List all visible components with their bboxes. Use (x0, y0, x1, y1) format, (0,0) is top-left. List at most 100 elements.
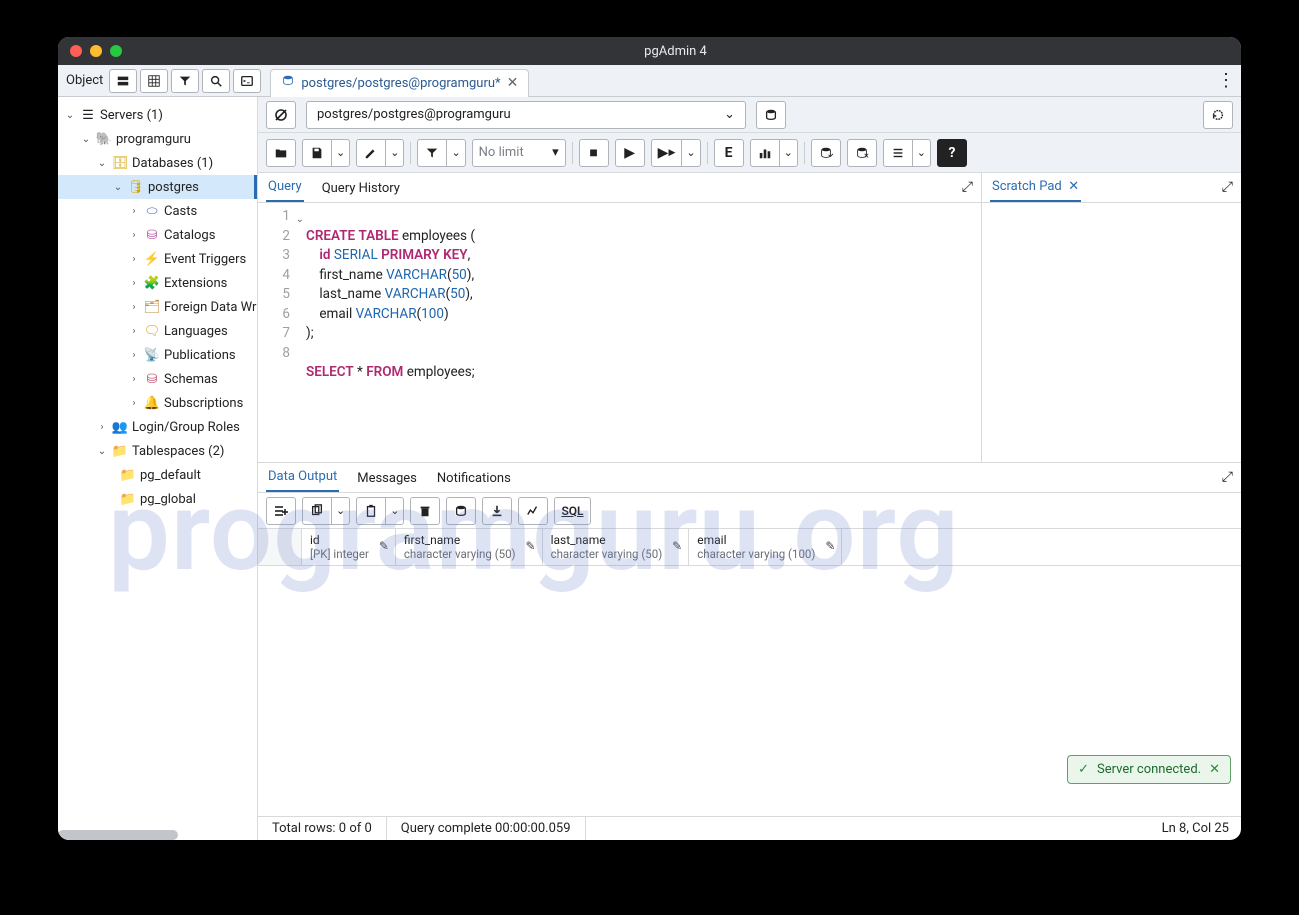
extensions-icon: 🧩 (144, 275, 160, 291)
tree-fdw[interactable]: ›🗂Foreign Data Wr (58, 295, 257, 319)
catalogs-icon: ⛁ (144, 227, 160, 243)
tree-event-triggers[interactable]: ›⚡Event Triggers (58, 247, 257, 271)
close-scratch-icon[interactable]: ✕ (1068, 179, 1079, 194)
tree-login-roles[interactable]: ›👥Login/Group Roles (58, 415, 257, 439)
tree-publications[interactable]: ›📡Publications (58, 343, 257, 367)
close-window-icon[interactable] (70, 45, 82, 57)
tree-psql-icon[interactable] (233, 69, 261, 93)
sql-editor[interactable]: 12345678 ⌄ CREATE TABLE employees ( id S… (258, 203, 981, 462)
tab-query[interactable]: Query (266, 173, 304, 202)
sql-view-button[interactable]: SQL (554, 497, 590, 525)
save-dropdown[interactable]: ⌄ (331, 139, 350, 167)
filter-button[interactable] (417, 139, 447, 167)
open-file-button[interactable] (266, 139, 296, 167)
edit-icon[interactable]: ✎ (526, 539, 536, 553)
tab-data-output[interactable]: Data Output (266, 463, 339, 492)
tree-languages[interactable]: ›🗨Languages (58, 319, 257, 343)
expand-scratch-icon[interactable]: ⤢ (1222, 179, 1233, 195)
close-toast-icon[interactable]: ✕ (1209, 762, 1220, 777)
add-row-button[interactable] (266, 497, 296, 525)
execute-dropdown[interactable]: ⌄ (681, 139, 700, 167)
close-tab-icon[interactable]: ✕ (507, 75, 519, 91)
query-toolbar: ⌄ ⌄ ⌄ No limit▾ ■ ▶ ▶▶ ⌄ (258, 133, 1241, 173)
tree-db-postgres[interactable]: ⌄🛢postgres (58, 175, 257, 199)
explain-analyze-button[interactable] (750, 139, 780, 167)
col-last-name[interactable]: last_namecharacter varying (50)✎ (543, 529, 690, 565)
tree-table-icon[interactable] (140, 69, 168, 93)
delete-row-button[interactable] (410, 497, 440, 525)
commit-button[interactable] (811, 139, 841, 167)
tab-query-history[interactable]: Query History (320, 175, 402, 202)
macros-dropdown[interactable]: ⌄ (912, 139, 931, 167)
chevron-down-icon: ▾ (552, 145, 559, 160)
expand-editor-icon[interactable]: ⤢ (962, 179, 973, 195)
graph-visualizer-button[interactable] (518, 497, 548, 525)
role-button[interactable] (756, 101, 786, 129)
tree-server[interactable]: ⌄🐘programguru (58, 127, 257, 151)
tree-schemas[interactable]: ›⛁Schemas (58, 367, 257, 391)
gutter: 12345678 ⌄ (258, 203, 296, 462)
sidebar-scrollbar[interactable] (58, 830, 178, 840)
download-button[interactable] (482, 497, 512, 525)
limit-select[interactable]: No limit▾ (472, 139, 566, 167)
col-email[interactable]: emailcharacter varying (100)✎ (689, 529, 842, 565)
sql-source[interactable]: CREATE TABLE employees ( id SERIAL PRIMA… (296, 203, 475, 462)
tree-catalogs[interactable]: ›⛁Catalogs (58, 223, 257, 247)
tree-tablespaces[interactable]: ⌄📁Tablespaces (2) (58, 439, 257, 463)
tree-search-icon[interactable] (202, 69, 230, 93)
minimize-window-icon[interactable] (90, 45, 102, 57)
scratch-pad-area[interactable] (982, 203, 1241, 462)
explain-button[interactable]: E (714, 139, 744, 167)
tree-server-icon[interactable] (109, 69, 137, 93)
traffic-lights (70, 45, 122, 57)
edit-icon[interactable]: ✎ (379, 539, 389, 553)
execute-script-button[interactable]: ▶▶ (651, 139, 683, 167)
edit-icon[interactable]: ✎ (825, 539, 835, 553)
macros-button[interactable] (883, 139, 913, 167)
tree-databases[interactable]: ⌄🗄Databases (1) (58, 151, 257, 175)
paste-button[interactable] (356, 497, 386, 525)
tab-scratch-pad[interactable]: Scratch Pad ✕ (990, 173, 1081, 202)
rollback-button[interactable] (847, 139, 877, 167)
filter-dropdown[interactable]: ⌄ (446, 139, 465, 167)
tab-messages[interactable]: Messages (355, 465, 419, 492)
connection-select[interactable]: postgres/postgres@programguru⌄ (306, 101, 746, 129)
help-button[interactable]: ? (937, 139, 967, 167)
connection-row: postgres/postgres@programguru⌄ (258, 97, 1241, 133)
tree-filter-icon[interactable] (171, 69, 199, 93)
expand-output-icon[interactable]: ⤢ (1222, 469, 1233, 485)
zoom-window-icon[interactable] (110, 45, 122, 57)
tree-subscriptions[interactable]: ›🔔Subscriptions (58, 391, 257, 415)
tree-ts-pgdefault[interactable]: 📁pg_default (58, 463, 257, 487)
reset-layout-button[interactable] (1203, 101, 1233, 129)
file-tab-label: postgres/postgres@programguru* (301, 76, 500, 91)
file-tab[interactable]: postgres/postgres@programguru* ✕ (270, 69, 529, 97)
stop-button[interactable]: ■ (579, 139, 609, 167)
tab-notifications[interactable]: Notifications (435, 465, 513, 492)
col-id[interactable]: id[PK] integer✎ (302, 529, 396, 565)
edit-dropdown[interactable]: ⌄ (385, 139, 404, 167)
tree-ts-pgglobal[interactable]: 📁pg_global (58, 487, 257, 511)
copy-button[interactable] (302, 497, 332, 525)
tree-casts[interactable]: ›⬭Casts (58, 199, 257, 223)
object-explorer: ⌄☰Servers (1) ⌄🐘programguru ⌄🗄Databases … (58, 97, 258, 840)
folder-icon: 📁 (120, 491, 136, 507)
execute-button[interactable]: ▶ (615, 139, 645, 167)
paste-dropdown[interactable]: ⌄ (385, 497, 404, 525)
tree-extensions[interactable]: ›🧩Extensions (58, 271, 257, 295)
fold-icon[interactable]: ⌄ (296, 210, 304, 230)
save-button[interactable] (302, 139, 332, 167)
tree-servers[interactable]: ⌄☰Servers (1) (58, 103, 257, 127)
copy-dropdown[interactable]: ⌄ (331, 497, 350, 525)
scratch-tabs: Scratch Pad ✕ ⤢ (982, 173, 1241, 203)
save-data-button[interactable] (446, 497, 476, 525)
edit-button[interactable] (356, 139, 386, 167)
editor-tabs: Query Query History ⤢ (258, 173, 981, 203)
explain-dropdown[interactable]: ⌄ (779, 139, 798, 167)
col-first-name[interactable]: first_namecharacter varying (50)✎ (396, 529, 543, 565)
disconnect-button[interactable] (266, 101, 296, 129)
output-tabs: Data Output Messages Notifications ⤢ (258, 463, 1241, 493)
output-toolbar: ⌄ ⌄ SQL (258, 493, 1241, 529)
edit-icon[interactable]: ✎ (672, 539, 682, 553)
menu-more-icon[interactable]: ⋮ (1217, 70, 1241, 91)
